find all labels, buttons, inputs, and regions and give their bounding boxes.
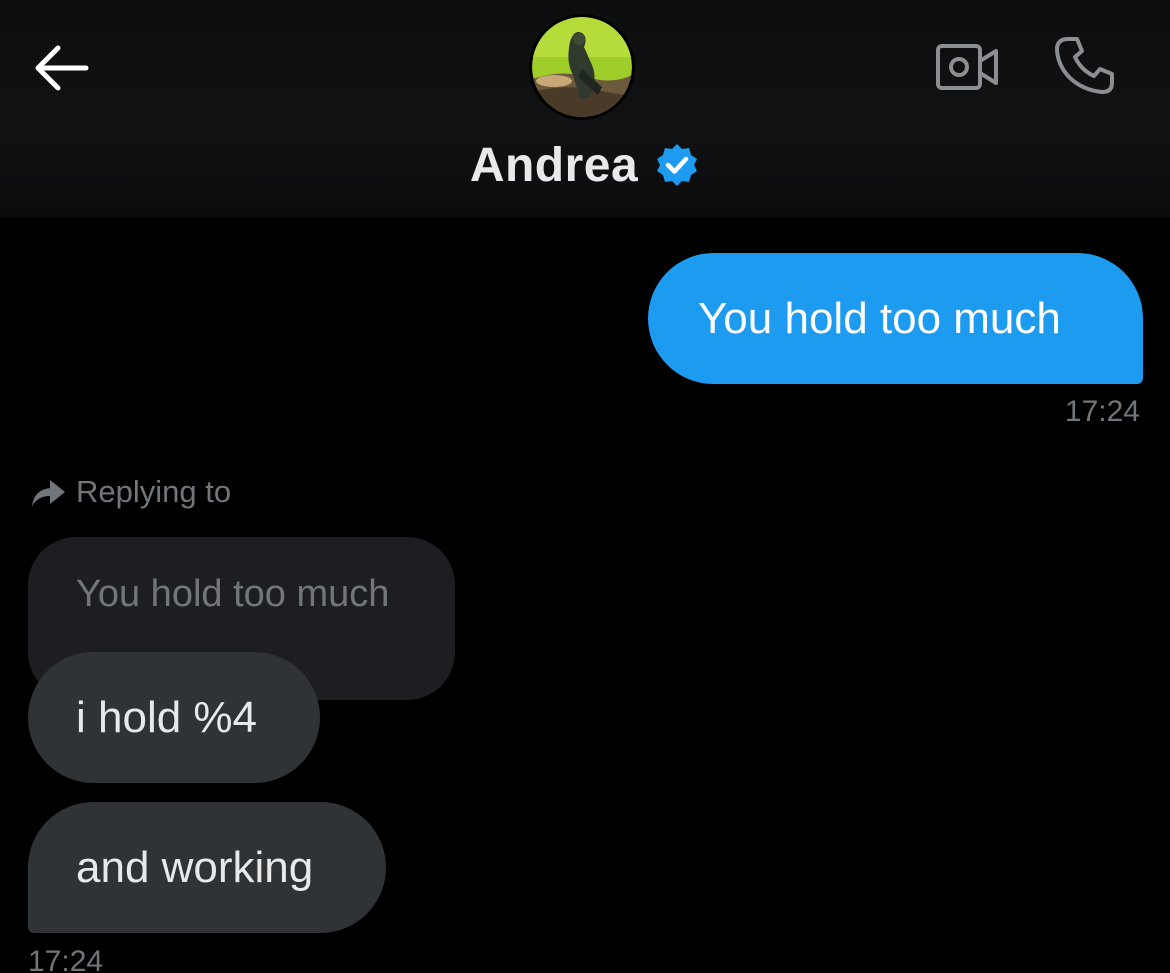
dm-conversation: Andrea You hold too much 17:24 Replying …: [0, 0, 1170, 973]
video-call-button[interactable]: [934, 42, 1000, 94]
back-arrow-icon: [35, 45, 89, 91]
received-message-text: i hold %4: [76, 692, 258, 742]
received-message-bubble[interactable]: and working: [28, 802, 386, 933]
contact-name[interactable]: Andrea: [470, 138, 638, 193]
sent-message-time: 17:24: [1064, 395, 1140, 428]
video-call-icon: [936, 44, 998, 90]
phone-call-button[interactable]: [1052, 34, 1118, 96]
avatar[interactable]: [529, 14, 635, 120]
verified-badge-icon: [657, 144, 698, 186]
sent-message-text: You hold too much: [698, 293, 1061, 343]
reply-arrow-icon: [32, 480, 65, 506]
replying-indicator[interactable]: Replying to: [28, 470, 231, 514]
contact-name-row: Andrea: [0, 135, 1170, 195]
replying-label: Replying to: [76, 474, 232, 509]
avatar-image: [532, 17, 632, 117]
quoted-message-text: You hold too much: [76, 573, 390, 615]
received-message-text: and working: [76, 842, 314, 892]
phone-call-icon: [1055, 37, 1114, 94]
conversation-header: Andrea: [0, 0, 1170, 217]
received-message-time: 17:24: [28, 945, 104, 973]
back-button[interactable]: [30, 40, 92, 96]
received-message-bubble[interactable]: i hold %4: [28, 652, 320, 783]
sent-message-bubble[interactable]: You hold too much: [648, 253, 1143, 384]
